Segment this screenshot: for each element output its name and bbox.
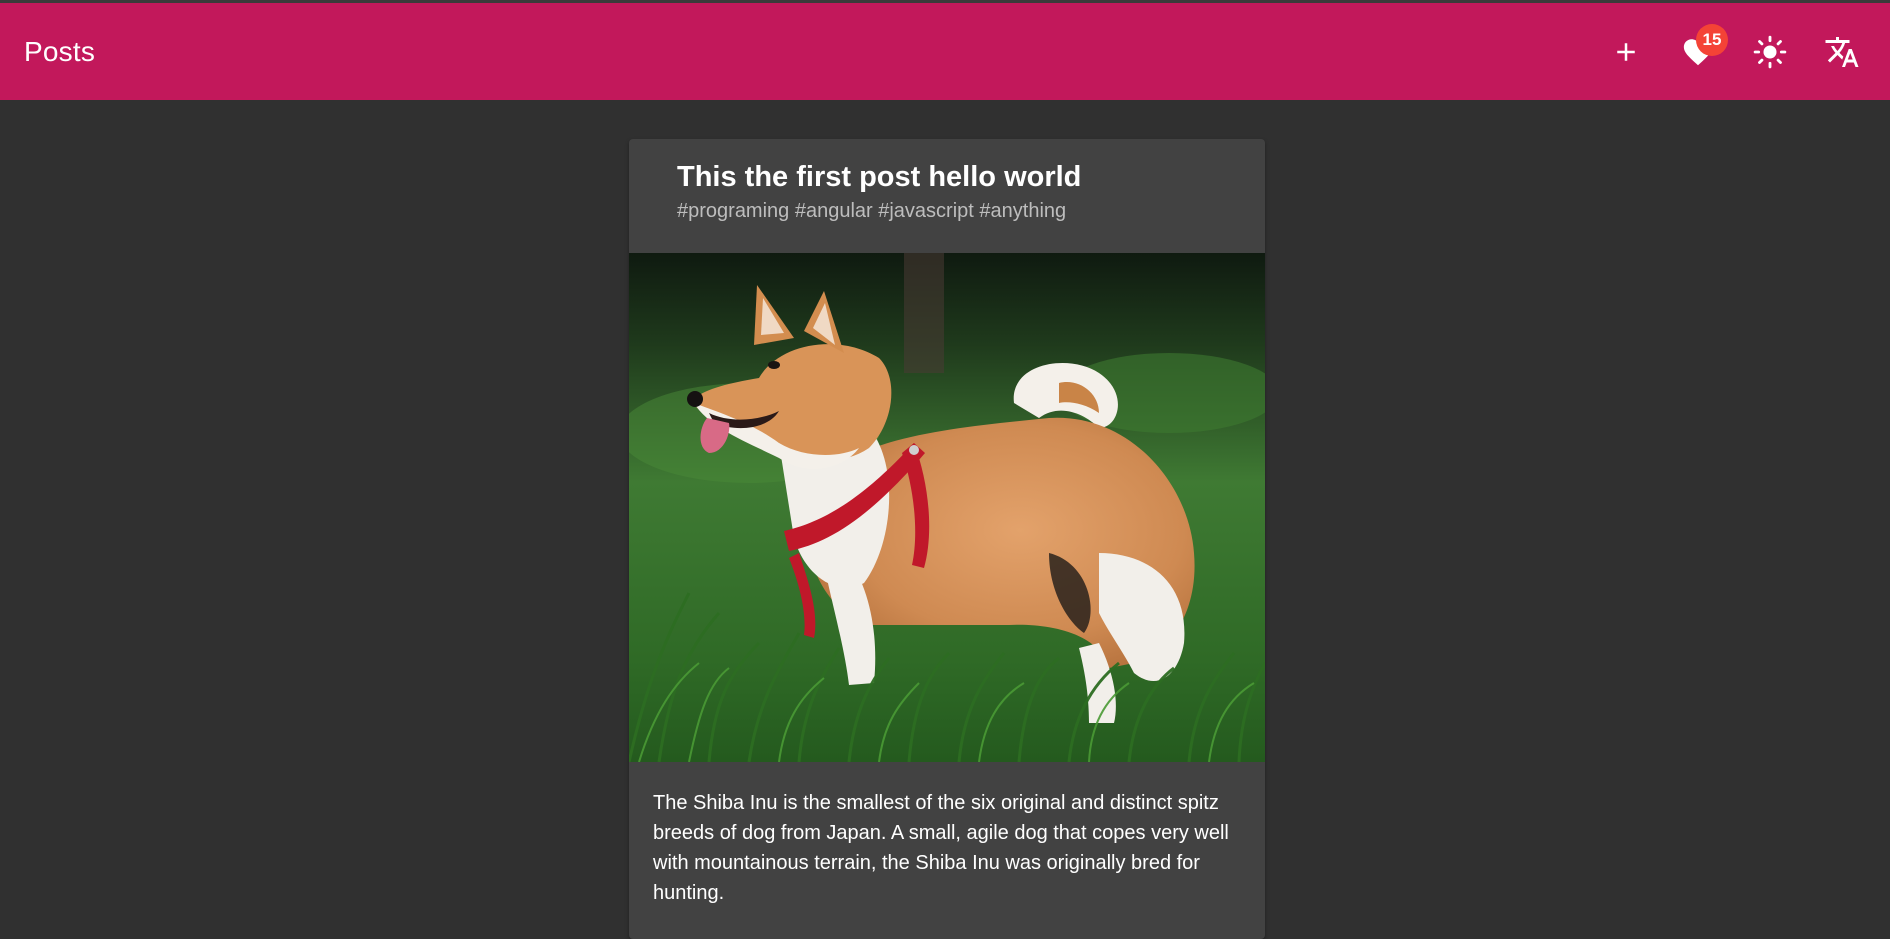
post-title: This the first post hello world bbox=[677, 161, 1082, 193]
favorites-count-badge: 15 bbox=[1696, 23, 1728, 56]
favorites-button[interactable]: 15 bbox=[1674, 23, 1728, 76]
add-post-button[interactable] bbox=[1602, 28, 1650, 76]
app-toolbar: Posts 15 bbox=[0, 3, 1890, 100]
language-button[interactable] bbox=[1818, 28, 1866, 76]
page-title: Posts bbox=[24, 35, 96, 67]
translate-icon bbox=[1825, 36, 1859, 67]
sun-icon bbox=[1753, 35, 1787, 68]
theme-toggle-button[interactable] bbox=[1746, 28, 1794, 76]
post-card-header: This the first post hello world #program… bbox=[629, 139, 1265, 253]
post-image bbox=[629, 253, 1265, 762]
post-tags: #programing #angular #javascript #anythi… bbox=[677, 200, 1067, 222]
post-body: The Shiba Inu is the smallest of the six… bbox=[653, 792, 1229, 904]
plus-icon bbox=[1617, 42, 1635, 61]
post-card: This the first post hello world #program… bbox=[629, 139, 1265, 939]
